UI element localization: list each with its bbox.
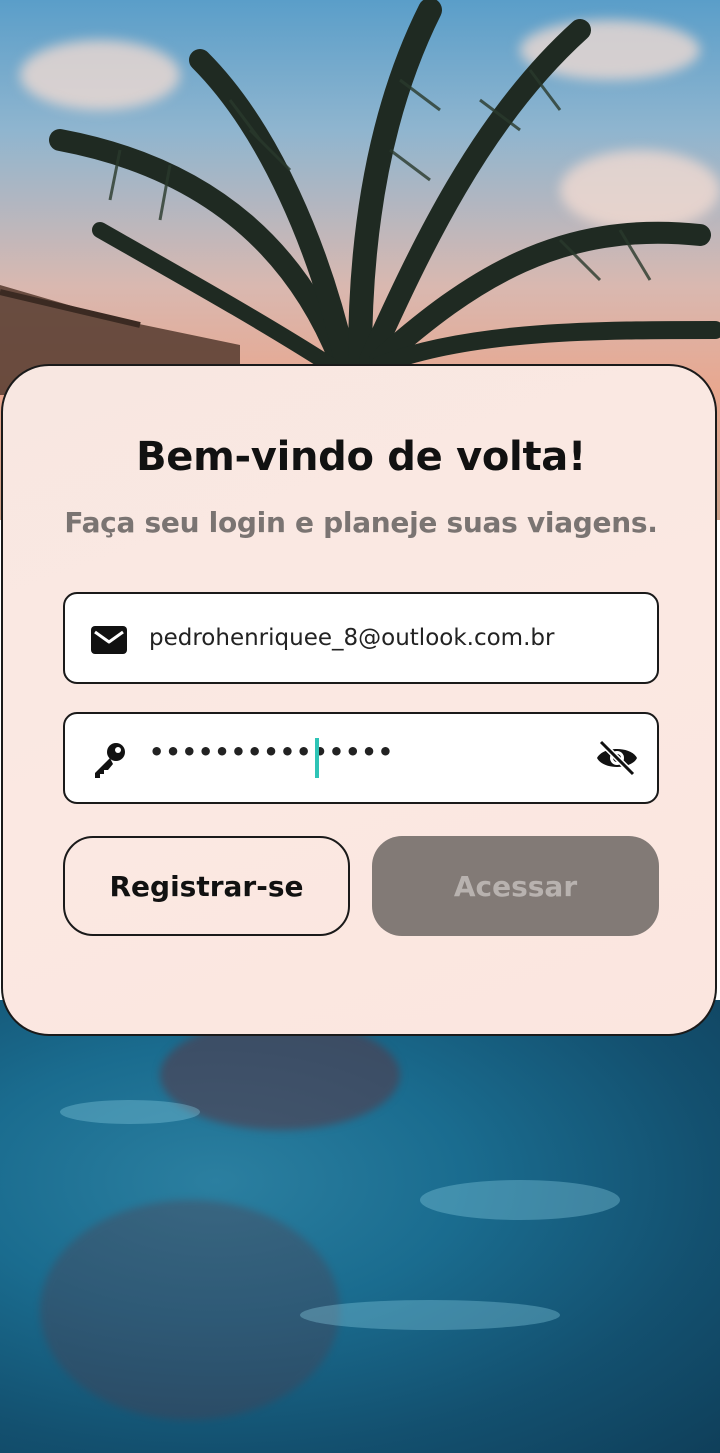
water-ripple	[420, 1180, 620, 1220]
water-ripple	[60, 1100, 200, 1124]
key-icon	[95, 743, 125, 778]
register-button[interactable]: Registrar-se	[63, 836, 350, 936]
page-title: Bem-vindo de volta!	[136, 434, 586, 480]
email-field[interactable]: pedrohenriquee_8@outlook.com.br	[63, 592, 659, 684]
login-screen: Bem-vindo de volta! Faça seu login e pla…	[0, 0, 720, 1453]
access-button[interactable]: Acessar	[372, 836, 659, 936]
email-input-value[interactable]: pedrohenriquee_8@outlook.com.br	[149, 594, 569, 682]
login-card: Bem-vindo de volta! Faça seu login e pla…	[1, 364, 717, 1036]
text-cursor	[315, 738, 319, 778]
water-ripple	[300, 1300, 560, 1330]
password-input-value[interactable]: •••••••••••••••	[149, 708, 394, 796]
page-subtitle: Faça seu login e planeje suas viagens.	[64, 506, 658, 539]
password-field[interactable]: •••••••••••••••	[63, 712, 659, 804]
eye-off-icon[interactable]	[595, 738, 639, 778]
envelope-icon	[91, 626, 127, 654]
water-reflection	[40, 1200, 340, 1420]
